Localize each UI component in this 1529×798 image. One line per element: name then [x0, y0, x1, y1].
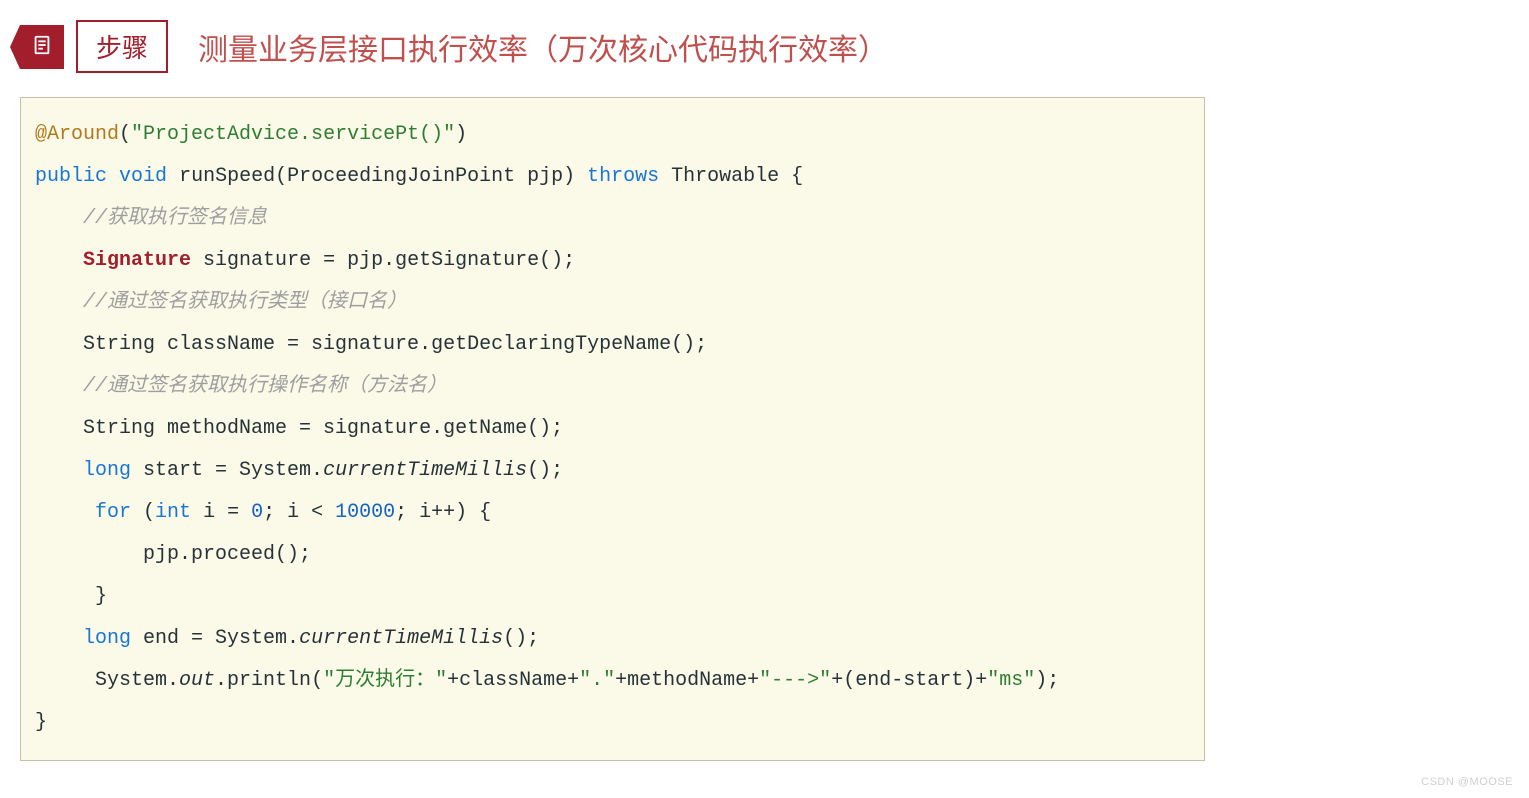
header: 步骤 测量业务层接口执行效率（万次核心代码执行效率）	[20, 20, 1509, 73]
code-line-3: //获取执行签名信息	[35, 198, 1190, 240]
document-icon-glyph	[31, 34, 53, 60]
code-line-11: pjp.proceed();	[35, 534, 1190, 576]
code-line-1: @Around("ProjectAdvice.servicePt()")	[35, 114, 1190, 156]
code-line-9: long start = System.currentTimeMillis();	[35, 450, 1190, 492]
code-line-15: }	[35, 702, 1190, 744]
code-line-13: long end = System.currentTimeMillis();	[35, 618, 1190, 660]
code-line-7: //通过签名获取执行操作名称（方法名）	[35, 366, 1190, 408]
page-title: 测量业务层接口执行效率（万次核心代码执行效率）	[198, 25, 888, 69]
code-line-12: }	[35, 576, 1190, 618]
code-line-8: String methodName = signature.getName();	[35, 408, 1190, 450]
code-block: @Around("ProjectAdvice.servicePt()") pub…	[20, 97, 1205, 761]
code-line-5: //通过签名获取执行类型（接口名）	[35, 282, 1190, 324]
code-line-14: System.out.println("万次执行："+className+"."…	[35, 660, 1190, 702]
code-line-6: String className = signature.getDeclarin…	[35, 324, 1190, 366]
code-line-4: Signature signature = pjp.getSignature()…	[35, 240, 1190, 282]
watermark: CSDN @MOOSE	[1421, 776, 1513, 788]
code-line-2: public void runSpeed(ProceedingJoinPoint…	[35, 156, 1190, 198]
document-icon	[20, 25, 64, 69]
code-line-10: for (int i = 0; i < 10000; i++) {	[35, 492, 1190, 534]
step-badge: 步骤	[76, 20, 168, 73]
